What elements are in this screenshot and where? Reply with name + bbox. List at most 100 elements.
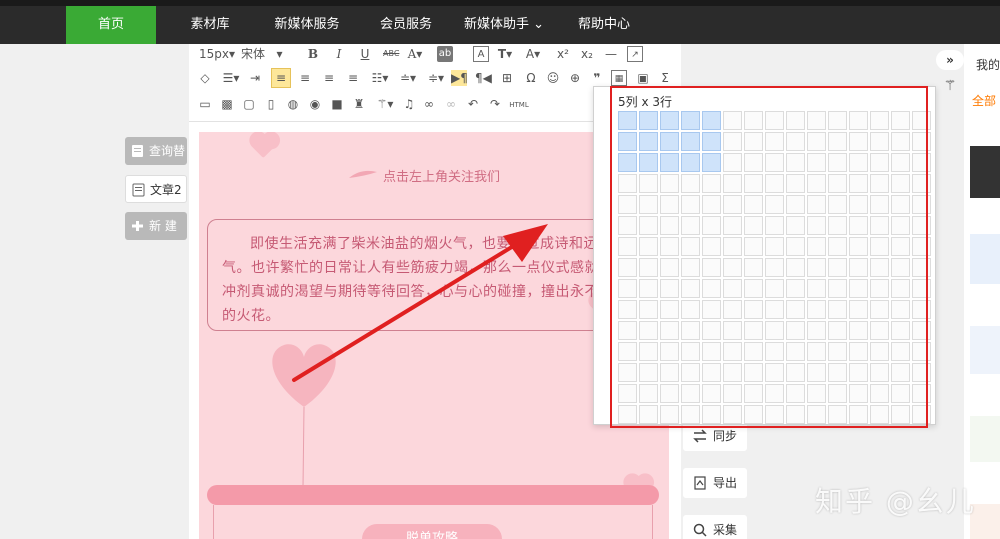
underline-icon[interactable]: U [357,46,373,62]
table-grid-cell[interactable] [744,132,763,151]
table-grid-cell[interactable] [870,132,889,151]
table-grid-cell[interactable] [639,279,658,298]
letter-spacing-icon[interactable]: A▾ [525,46,541,62]
table-grid-cell[interactable] [849,237,868,256]
palette-icon[interactable]: ◍ [285,96,301,112]
paragraph-spacing-icon[interactable]: ≐▾ [395,70,421,86]
table-grid-cell[interactable] [744,321,763,340]
table-grid-cell[interactable] [891,384,910,403]
table-grid-cell[interactable] [891,237,910,256]
table-grid-cell[interactable] [849,279,868,298]
collapse-panel-icon[interactable]: » [936,50,964,70]
table-grid-cell[interactable] [828,342,847,361]
table-grid-cell[interactable] [786,363,805,382]
table-grid-cell[interactable] [807,237,826,256]
table-grid-cell[interactable] [765,132,784,151]
table-grid-cell[interactable] [891,258,910,277]
image-icon[interactable]: ▣ [635,70,651,86]
table-grid-cell[interactable] [639,132,658,151]
table-grid-cell[interactable] [807,174,826,193]
table-grid-cell[interactable] [912,300,931,319]
table-grid-cell[interactable] [744,363,763,382]
nav-item-help-center[interactable]: 帮助中心 [564,6,644,44]
table-grid-cell[interactable] [891,132,910,151]
table-grid-cell[interactable] [702,384,721,403]
collect-button[interactable]: 采集 [683,515,747,539]
table-grid-cell[interactable] [681,216,700,235]
table-grid-cell[interactable] [765,195,784,214]
table-grid-cell[interactable] [870,153,889,172]
table-grid-cell[interactable] [681,237,700,256]
sigma-icon-top[interactable] [653,46,669,62]
table-grid-cell[interactable] [639,321,658,340]
table-grid-cell[interactable] [786,258,805,277]
table-grid-cell[interactable] [765,279,784,298]
table-grid-cell[interactable] [828,384,847,403]
table-grid-cell[interactable] [702,363,721,382]
table-grid-cell[interactable] [639,258,658,277]
table-grid-cell[interactable] [660,216,679,235]
table-grid-cell[interactable] [681,111,700,130]
line-height-icon[interactable]: ☷▾ [367,70,393,86]
table-grid-cell[interactable] [660,321,679,340]
table-grid-cell[interactable] [912,132,931,151]
table-grid-cell[interactable] [807,384,826,403]
table-grid-cell[interactable] [807,321,826,340]
table-grid-cell[interactable] [639,363,658,382]
table-grid-cell[interactable] [660,174,679,193]
picture-icon[interactable]: ▢ [241,96,257,112]
background-color-icon[interactable]: ab [437,46,453,62]
table-grid-cell[interactable] [807,279,826,298]
table-grid-cell[interactable] [660,195,679,214]
table-grid-cell[interactable] [702,405,721,424]
table-grid-cell[interactable] [765,174,784,193]
table-grid-cell[interactable] [744,195,763,214]
table-grid-cell[interactable] [870,321,889,340]
table-grid-cell[interactable] [870,216,889,235]
table-grid-cell[interactable] [807,111,826,130]
table-grid-cell[interactable] [807,132,826,151]
table-grid-cell[interactable] [891,279,910,298]
table-grid-cell[interactable] [912,384,931,403]
table-grid-cell[interactable] [702,153,721,172]
table-grid-cell[interactable] [681,300,700,319]
export-icon[interactable]: ↗ [627,46,643,62]
table-grid-cell[interactable] [681,363,700,382]
table-grid-cell[interactable] [681,405,700,424]
table-grid-cell[interactable] [870,174,889,193]
image-gallery-icon[interactable]: ▩ [219,96,235,112]
location-icon[interactable]: ◉ [307,96,323,112]
table-grid-cell[interactable] [870,363,889,382]
table-grid-cell[interactable] [618,237,637,256]
table-grid-cell[interactable] [870,384,889,403]
table-grid-cell[interactable] [786,216,805,235]
table-grid-cell[interactable] [891,405,910,424]
table-grid-cell[interactable] [639,405,658,424]
table-grid-cell[interactable] [765,342,784,361]
special-char-icon[interactable]: Ω [523,70,539,86]
table-grid-cell[interactable] [660,384,679,403]
table-grid-cell[interactable] [870,279,889,298]
table-grid-cell[interactable] [723,384,742,403]
template-thumbnail[interactable] [970,146,1000,198]
table-grid-cell[interactable] [765,258,784,277]
table-grid-cell[interactable] [891,321,910,340]
table-grid-cell[interactable] [912,321,931,340]
table-grid-cell[interactable] [639,384,658,403]
table-grid-cell[interactable] [723,258,742,277]
table-grid-cell[interactable] [912,111,931,130]
sync-button[interactable]: 同步 [683,421,747,451]
table-grid-cell[interactable] [660,279,679,298]
table-grid-cell[interactable] [849,153,868,172]
table-grid-cell[interactable] [891,342,910,361]
justify-icon[interactable]: ≡ [345,70,361,86]
table-grid-cell[interactable] [702,195,721,214]
table-grid-cell[interactable] [912,363,931,382]
table-grid-cell[interactable] [702,132,721,151]
table-grid-cell[interactable] [702,258,721,277]
stamp-icon[interactable]: ♜ [351,96,367,112]
table-grid-cell[interactable] [744,153,763,172]
table-grid-cell[interactable] [891,216,910,235]
superscript-icon[interactable]: x² [555,46,571,62]
undo-icon[interactable]: ↶ [465,96,481,112]
